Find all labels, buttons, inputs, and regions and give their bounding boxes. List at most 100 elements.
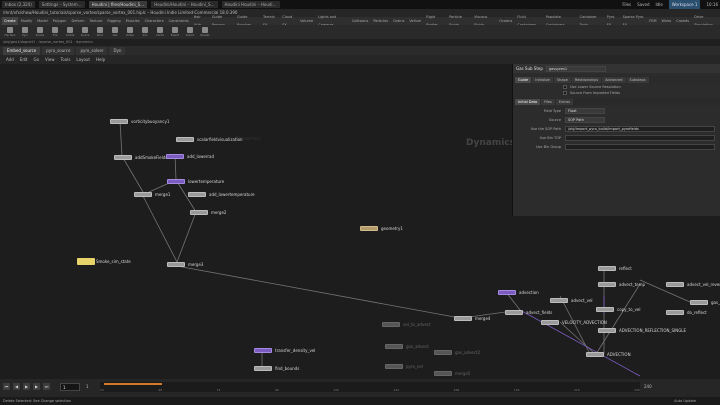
sop-path-field[interactable]: /obj/import_pyro_build/import_pyrofields xyxy=(565,125,715,132)
node-body[interactable] xyxy=(190,210,208,215)
subtab-initial-data[interactable]: Initial Data xyxy=(515,98,541,105)
node-n18[interactable]: advect_vel_reverse xyxy=(666,282,720,287)
node-body[interactable] xyxy=(434,371,452,376)
node-body[interactable] xyxy=(254,366,272,371)
node-body[interactable] xyxy=(598,328,616,333)
node-n15[interactable]: copy_to_vel xyxy=(596,307,641,312)
shelf-tool[interactable]: Source xyxy=(79,26,91,38)
node-n25[interactable]: vel_to_advect xyxy=(382,322,431,327)
bln-top-field[interactable] xyxy=(565,134,715,141)
subtab-extras[interactable]: Extras xyxy=(555,98,573,105)
node-body[interactable] xyxy=(188,192,206,197)
node-n1[interactable]: vorticitybuoyancy1 xyxy=(110,119,169,124)
node-name-field[interactable]: gasupres1 xyxy=(545,65,606,72)
browser-tab-houdini-files[interactable]: Houdini | files/Houdini_S… xyxy=(88,1,148,8)
node-body[interactable] xyxy=(166,154,184,159)
node-body[interactable] xyxy=(666,310,684,315)
start-frame[interactable]: 1 xyxy=(86,384,89,389)
shelf-tool[interactable]: Sim xyxy=(139,26,151,38)
shelf-tool[interactable]: Smoke xyxy=(34,26,46,38)
node-body[interactable] xyxy=(586,352,604,357)
node-n9[interactable]: merge3 xyxy=(167,262,203,267)
browser-tab-settings[interactable]: Settings – System… xyxy=(38,1,85,8)
checkbox-icon[interactable] xyxy=(563,91,567,95)
current-frame-field[interactable]: 1 xyxy=(60,383,80,391)
node-n13[interactable]: advect_fields xyxy=(505,310,552,315)
first-frame-icon[interactable]: ⏮ xyxy=(3,383,10,390)
node-body[interactable] xyxy=(110,119,128,124)
node-n23[interactable]: find_bounds xyxy=(254,366,299,371)
sticky-note[interactable] xyxy=(77,258,95,265)
shelf-tab[interactable]: Grains xyxy=(391,17,406,25)
shelf-tab[interactable]: Texture xyxy=(88,17,105,25)
end-frame[interactable]: 240 xyxy=(644,384,652,389)
node-n6[interactable]: add_lowertemperature xyxy=(188,192,255,197)
param-tab-advanced[interactable]: Advanced xyxy=(602,76,626,83)
node-body[interactable] xyxy=(385,364,403,369)
node-body[interactable] xyxy=(598,266,616,271)
node-n29[interactable]: merge5 xyxy=(434,371,470,376)
node-body[interactable] xyxy=(550,298,568,303)
node-n24[interactable]: merge4 xyxy=(454,316,490,321)
node-body[interactable] xyxy=(434,350,452,355)
shelf-tool[interactable]: Flip Tank xyxy=(4,26,16,38)
shelf-tool[interactable]: Fire xyxy=(49,26,61,38)
node-n22[interactable]: transfer_density_vel xyxy=(254,348,315,353)
node-n10[interactable]: geometry1 xyxy=(360,226,403,231)
tab-dyn[interactable]: Dyn xyxy=(109,46,126,55)
checkbox-imported-fields[interactable]: Source From Imported Fields xyxy=(563,91,720,95)
checkbox-icon[interactable] xyxy=(563,85,567,89)
shelf-tab[interactable]: Create xyxy=(2,17,18,25)
subtab-files[interactable]: Files xyxy=(541,98,555,105)
auto-update-button[interactable]: Auto Update xyxy=(674,397,696,405)
node-body[interactable] xyxy=(596,307,614,312)
shelf-tab[interactable]: Crowds xyxy=(674,17,691,25)
node-body[interactable] xyxy=(382,322,400,327)
shelf-tab[interactable]: Volume xyxy=(298,17,315,25)
shelf-tab[interactable]: Rigging xyxy=(105,17,122,25)
node-body[interactable] xyxy=(134,192,152,197)
browser-tab-houdini-2[interactable]: Houdini/Houdini – Houdini_S… xyxy=(151,1,218,8)
node-n3[interactable]: addSmokeFields xyxy=(114,155,167,160)
shelf-tab[interactable]: Modify xyxy=(19,17,35,25)
shelf-tool[interactable]: Export xyxy=(169,26,181,38)
param-tab-shape[interactable]: Shape xyxy=(553,76,571,83)
node-body[interactable] xyxy=(690,300,708,305)
play-icon[interactable]: ▶ xyxy=(23,383,30,390)
node-n30[interactable]: gas_calc xyxy=(690,300,720,305)
shelf-tool[interactable]: Collide xyxy=(64,26,76,38)
checkbox-lower-res[interactable]: Use Lower Source Resolution xyxy=(563,85,720,89)
node-n5[interactable]: lowertemperature xyxy=(167,179,224,184)
node-n4[interactable]: add_lowerrad xyxy=(166,154,214,159)
node-n21[interactable]: ADVECTION xyxy=(586,352,631,357)
node-n2[interactable]: scalarfieldvisualization xyxy=(176,137,243,142)
node-n8[interactable]: merge2 xyxy=(190,210,226,215)
node-n16[interactable]: ADVECTION_REFLECTION_SINGLE xyxy=(598,328,686,333)
step-forward-icon[interactable]: ▶ xyxy=(33,383,40,390)
shelf-tab[interactable]: FEM xyxy=(647,17,658,25)
menu-layout[interactable]: Layout xyxy=(76,57,90,62)
param-tab-relationships[interactable]: Relationships xyxy=(571,76,602,83)
node-body[interactable] xyxy=(176,137,194,142)
node-body[interactable] xyxy=(505,310,523,315)
node-body[interactable] xyxy=(360,226,378,231)
node-body[interactable] xyxy=(666,282,684,287)
tab-embed-source[interactable]: Embed_source xyxy=(3,46,41,55)
node-body[interactable] xyxy=(114,155,132,160)
menu-add[interactable]: Add xyxy=(6,57,14,62)
tab-pyro-solver[interactable]: pyro_solver xyxy=(76,46,108,55)
menu-help[interactable]: Help xyxy=(96,57,105,62)
node-n14[interactable]: VELOCITY_ADVECTION xyxy=(541,320,607,325)
network-path[interactable]: /obj/geo1/dopnet1 · /sparse_vortex_001 ·… xyxy=(0,39,720,46)
shelf-tab[interactable]: Vellum xyxy=(407,17,423,25)
param-tab-substeps[interactable]: Substeps xyxy=(626,76,649,83)
menu-edit[interactable]: Edit xyxy=(20,57,28,62)
shelf-tab[interactable]: Oceans xyxy=(497,17,514,25)
node-body[interactable] xyxy=(498,290,516,295)
node-body[interactable] xyxy=(254,348,272,353)
bln-group-field[interactable] xyxy=(565,143,715,150)
param-tab-guide[interactable]: Guide xyxy=(515,76,532,83)
node-n20[interactable]: do_reflect xyxy=(666,310,707,315)
shelf-tab[interactable]: Particles xyxy=(371,17,390,25)
shelf-tool[interactable]: Wind xyxy=(94,26,106,38)
